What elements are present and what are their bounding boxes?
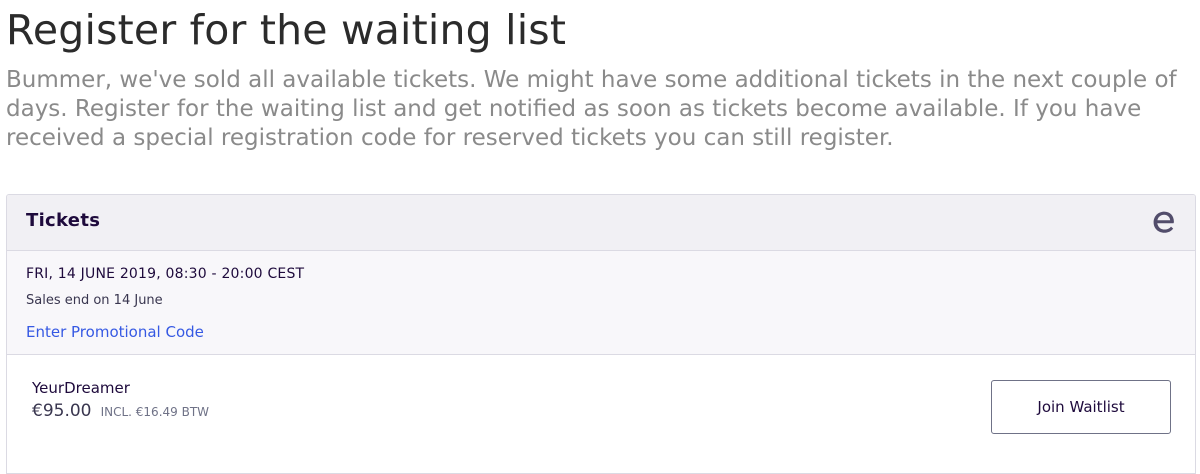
eventbrite-logo-icon: [1153, 211, 1174, 233]
page-title: Register for the waiting list: [6, 6, 567, 54]
ticket-price-line: €95.00 INCL. €16.49 BTW: [32, 401, 209, 421]
event-info: FRI, 14 JUNE 2019, 08:30 - 20:00 CEST Sa…: [7, 251, 1195, 355]
join-waitlist-button[interactable]: Join Waitlist: [991, 380, 1171, 434]
page-intro-text: Bummer, we've sold all available tickets…: [6, 67, 1177, 151]
enter-promo-code-link[interactable]: Enter Promotional Code: [26, 323, 204, 341]
event-date: FRI, 14 JUNE 2019, 08:30 - 20:00 CEST: [26, 266, 305, 282]
ticket-tax-note: INCL. €16.49 BTW: [100, 405, 210, 419]
ticket-price: €95.00: [32, 401, 92, 421]
ticket-row: YeurDreamer €95.00 INCL. €16.49 BTW Join…: [7, 355, 1195, 473]
ticket-name: YeurDreamer: [32, 379, 130, 397]
tickets-panel: Tickets FRI, 14 JUNE 2019, 08:30 - 20:00…: [6, 194, 1196, 474]
tickets-panel-header: Tickets: [7, 195, 1195, 251]
sales-end-text: Sales end on 14 June: [26, 293, 163, 308]
tickets-panel-title: Tickets: [26, 210, 101, 231]
